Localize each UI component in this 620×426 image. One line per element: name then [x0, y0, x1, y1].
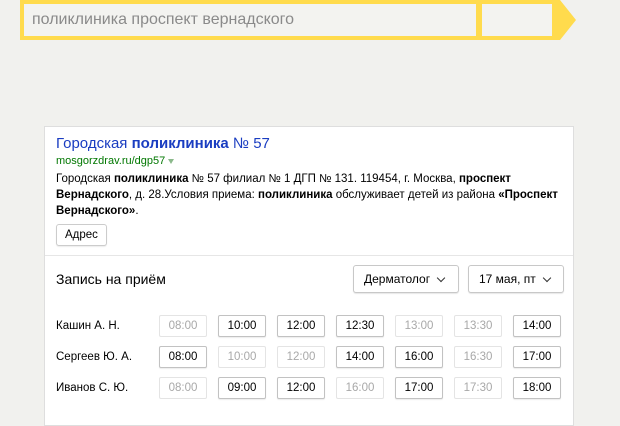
result-title-suffix: № 57: [228, 135, 270, 152]
result-url-text[interactable]: mosgorzdrav.ru/dgp57: [56, 155, 165, 167]
doctor-name: Кашин А. Н.: [56, 320, 120, 332]
chevron-down-icon: [542, 273, 552, 283]
result-title-highlight: поликлиника: [131, 135, 229, 152]
time-slot-unavailable: 12:00: [277, 346, 325, 368]
date-dropdown[interactable]: 17 мая, пт: [468, 265, 564, 293]
result-card: Городская поликлиника № 57 mosgorzdrav.r…: [44, 126, 574, 426]
description-text: № 57 филиал № 1 ДГП № 131. 119454, г. Мо…: [188, 173, 459, 185]
time-slot-button[interactable]: 16:00: [395, 346, 443, 368]
url-dropdown-icon[interactable]: [168, 158, 175, 164]
time-slot-unavailable: 16:00: [336, 377, 384, 399]
time-slot-button[interactable]: 18:00: [513, 377, 561, 399]
time-slot-unavailable: 16:30: [454, 346, 502, 368]
search-bar: поликлиника проспект вернадского: [0, 0, 620, 40]
description-text: Городская: [56, 173, 114, 185]
result-description: Городская поликлиника № 57 филиал № 1 ДГ…: [56, 171, 566, 219]
highlight-term: поликлиника: [113, 173, 189, 185]
time-slot-button[interactable]: 14:00: [513, 315, 561, 337]
time-slot-button[interactable]: 17:00: [513, 346, 561, 368]
time-slot-button[interactable]: 12:00: [277, 315, 325, 337]
search-input[interactable]: поликлиника проспект вернадского: [24, 4, 476, 36]
divider: [45, 255, 573, 256]
time-slot-button[interactable]: 08:00: [159, 346, 207, 368]
result-url[interactable]: mosgorzdrav.ru/dgp57: [56, 154, 566, 168]
time-slot-unavailable: 08:00: [159, 377, 207, 399]
time-slot-unavailable: 08:00: [159, 315, 207, 337]
time-slot-button[interactable]: 10:00: [218, 315, 266, 337]
description-text: , д. 28.Условия приема:: [128, 189, 258, 201]
description-text: обслуживает детей из района: [332, 189, 499, 201]
specialty-dropdown[interactable]: Дерматолог: [353, 265, 459, 293]
highlight-term: поликлиника: [258, 189, 333, 201]
time-slot-button[interactable]: 14:00: [336, 346, 384, 368]
search-arrow-decoration: [560, 0, 576, 40]
search-button[interactable]: [482, 4, 552, 36]
description-text: .: [135, 205, 139, 217]
time-slot-unavailable: 17:30: [454, 377, 502, 399]
result-title-link[interactable]: Городская поликлиника № 57: [56, 135, 566, 153]
date-value: 17 мая, пт: [479, 272, 536, 286]
result-snippet: Городская поликлиника № 57 mosgorzdrav.r…: [56, 135, 566, 246]
booking-title: Запись на приём: [56, 271, 166, 287]
doctor-name: Иванов С. Ю.: [56, 382, 129, 394]
time-slot-button[interactable]: 12:30: [336, 315, 384, 337]
time-slot-button[interactable]: 12:00: [277, 377, 325, 399]
result-title-prefix: Городская: [56, 135, 132, 152]
time-slot-unavailable: 10:00: [218, 346, 266, 368]
time-slot-unavailable: 13:30: [454, 315, 502, 337]
chevron-down-icon: [436, 273, 446, 283]
doctor-name: Сергеев Ю. А.: [56, 351, 133, 363]
address-button[interactable]: Адрес: [56, 224, 107, 246]
time-slot-unavailable: 13:00: [395, 315, 443, 337]
specialty-value: Дерматолог: [364, 272, 431, 286]
time-slot-button[interactable]: 09:00: [218, 377, 266, 399]
time-slot-button[interactable]: 17:00: [395, 377, 443, 399]
